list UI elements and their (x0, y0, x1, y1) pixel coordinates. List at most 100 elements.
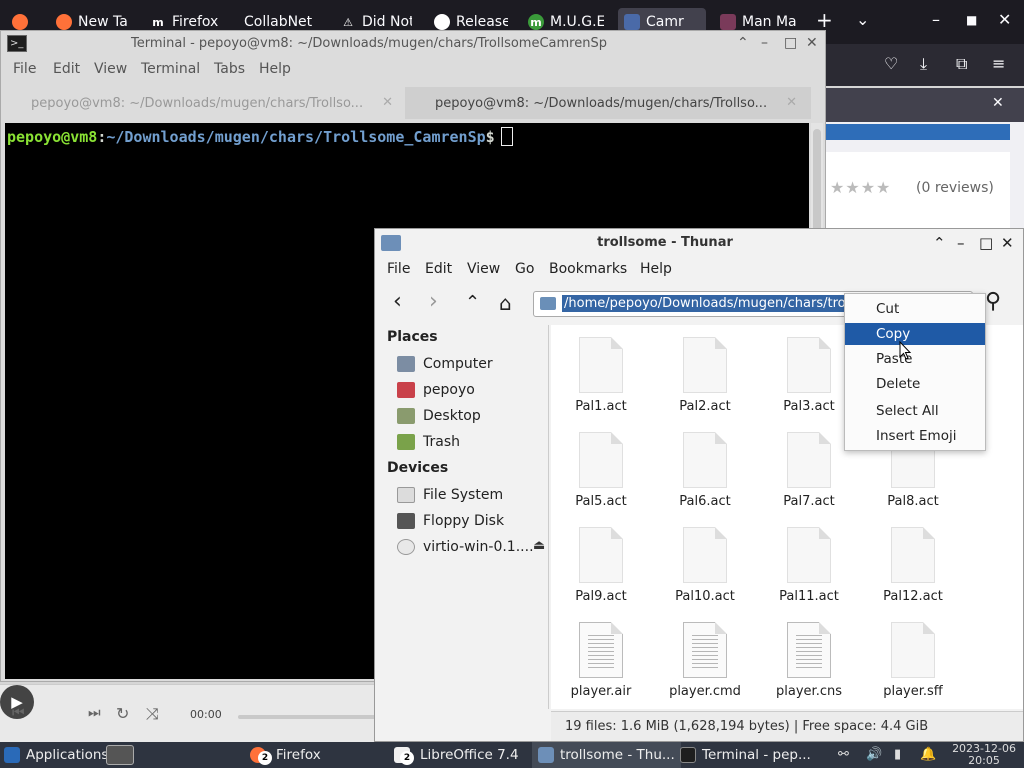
next-icon[interactable]: ⏭ (88, 705, 101, 721)
home-icon[interactable]: ⌂ (499, 291, 512, 315)
menu-item-paste[interactable]: Paste (845, 348, 985, 370)
file-icon (891, 527, 935, 583)
pocket-icon[interactable]: ♡ (884, 54, 898, 73)
menu-file[interactable]: File (387, 261, 410, 277)
notification-bell-icon[interactable]: 🔔 (920, 747, 936, 762)
menu-terminal[interactable]: Terminal (141, 61, 200, 77)
menu-item-select-all[interactable]: Select All (845, 400, 985, 422)
sidebar-item-label: virtio-win-0.1.... (423, 539, 534, 555)
thunar-titlebar[interactable]: trollsome - Thunar ⌃ – □ ✕ (375, 229, 1023, 257)
menu-go[interactable]: Go (515, 261, 534, 277)
sidebar-item-desktop[interactable]: Desktop (397, 405, 547, 427)
tab-label: M.U.G.E (550, 14, 604, 30)
sidebar-item-trash[interactable]: Trash (397, 431, 547, 453)
close-icon[interactable]: ✕ (382, 95, 393, 110)
file-name: Pal5.act (575, 494, 627, 509)
battery-icon[interactable]: ▮ (894, 747, 901, 762)
seek-bar[interactable] (238, 715, 378, 719)
network-icon[interactable]: ⚯ (838, 747, 849, 762)
close-icon[interactable]: ✕ (992, 95, 1004, 111)
menu-item-copy[interactable]: Copy (845, 323, 985, 345)
parent-folder-icon[interactable]: ⌃ (465, 292, 480, 313)
sidebar-item-label: File System (423, 487, 504, 503)
sidebar-item-label: Desktop (423, 408, 481, 424)
file-item[interactable]: player.sff (863, 622, 963, 699)
file-item[interactable]: Pal2.act (655, 337, 755, 414)
menu-edit[interactable]: Edit (53, 61, 80, 77)
file-item[interactable]: Pal1.act (551, 337, 651, 414)
new-tab-button[interactable]: + (816, 8, 833, 32)
list-all-tabs-icon[interactable]: ⌄ (856, 10, 869, 29)
file-item[interactable]: player.cmd (655, 622, 755, 699)
sidebar-item-computer[interactable]: Computer (397, 353, 547, 375)
shell-prompt: pepoyo@vm8:~/Downloads/mugen/chars/Troll… (7, 127, 513, 146)
file-item[interactable]: player.cns (759, 622, 859, 699)
terminal-titlebar[interactable]: >_ Terminal - pepoyo@vm8: ~/Downloads/mu… (1, 31, 825, 57)
maximize-icon[interactable]: □ (979, 234, 993, 252)
applications-menu-button[interactable]: Applications (4, 742, 108, 768)
firefox-icon (56, 14, 72, 30)
taskbar-item-libreoffice[interactable]: 2 LibreOffice 7.4 (394, 742, 519, 768)
menu-tabs[interactable]: Tabs (214, 61, 245, 77)
location-path[interactable]: /home/pepoyo/Downloads/mugen/chars/trol (562, 295, 852, 312)
menu-help[interactable]: Help (259, 61, 291, 77)
file-item[interactable]: player.air (551, 622, 651, 699)
menu-view[interactable]: View (467, 261, 500, 277)
taskbar-item-firefox[interactable]: 2 Firefox (250, 742, 321, 768)
taskbar-item-terminal[interactable]: Terminal - pep... (680, 742, 811, 768)
search-icon[interactable]: ⚲ (985, 289, 1001, 314)
sidebar-item-cdrom[interactable]: virtio-win-0.1.... (397, 536, 547, 558)
close-icon[interactable]: ✕ (806, 35, 818, 51)
trash-icon (397, 434, 415, 450)
show-desktop-button[interactable] (106, 742, 134, 768)
text-cursor (500, 127, 513, 146)
clock[interactable]: 2023-12-06 20:05 (952, 743, 1016, 767)
menu-file[interactable]: File (13, 61, 36, 77)
shuffle-icon[interactable]: ⤨ (146, 704, 159, 724)
menu-bookmarks[interactable]: Bookmarks (549, 261, 627, 277)
file-item[interactable]: Pal6.act (655, 432, 755, 509)
file-item[interactable]: Pal12.act (863, 527, 963, 604)
terminal-tab-2[interactable]: pepoyo@vm8: ~/Downloads/mugen/chars/Trol… (405, 87, 811, 119)
menu-item-insert-emoji[interactable]: Insert Emoji (845, 425, 985, 447)
eject-icon[interactable]: ⏏ (533, 538, 545, 553)
sidebar-item-filesystem[interactable]: File System (397, 484, 547, 506)
terminal-tab-1[interactable]: pepoyo@vm8: ~/Downloads/mugen/chars/Trol… (1, 87, 407, 119)
menu-edit[interactable]: Edit (425, 261, 452, 277)
previous-icon[interactable]: ⏮ (12, 705, 25, 721)
shade-icon[interactable]: ⌃ (933, 234, 946, 252)
file-icon (787, 337, 831, 393)
maximize-icon[interactable]: □ (784, 35, 797, 51)
file-item[interactable]: Pal10.act (655, 527, 755, 604)
minimize-icon[interactable]: – (957, 234, 965, 252)
menu-item-delete[interactable]: Delete (845, 373, 985, 395)
close-icon[interactable]: ✕ (1001, 234, 1014, 252)
close-icon[interactable]: ✕ (786, 95, 797, 110)
repeat-icon[interactable]: ↻ (116, 704, 129, 723)
sidebar-item-label: Floppy Disk (423, 513, 505, 529)
file-item[interactable]: Pal5.act (551, 432, 651, 509)
menu-help[interactable]: Help (640, 261, 672, 277)
minimize-icon[interactable]: – (761, 35, 768, 51)
menu-item-cut[interactable]: Cut (845, 298, 985, 320)
sidebar-item-home[interactable]: pepoyo (397, 379, 547, 401)
file-name: Pal6.act (679, 494, 731, 509)
extensions-icon[interactable]: ⧉ (956, 54, 967, 74)
minimize-icon[interactable]: – (932, 10, 940, 29)
download-icon[interactable]: ⤓ (920, 54, 927, 74)
shade-icon[interactable]: ⌃ (737, 35, 749, 51)
menu-view[interactable]: View (94, 61, 127, 77)
menu-icon[interactable]: ≡ (992, 54, 1005, 73)
sidebar-item-floppy[interactable]: Floppy Disk (397, 510, 547, 532)
file-name: player.sff (883, 684, 943, 699)
file-item[interactable]: Pal11.act (759, 527, 859, 604)
tab-label: Camr (646, 14, 684, 30)
file-item[interactable]: Pal9.act (551, 527, 651, 604)
reviews-count[interactable]: (0 reviews) (916, 180, 994, 196)
forward-icon[interactable]: › (429, 289, 438, 314)
back-icon[interactable]: ‹ (393, 289, 402, 314)
taskbar-item-thunar[interactable]: trollsome - Thu... (532, 742, 681, 768)
volume-icon[interactable]: 🔊 (866, 747, 882, 762)
close-icon[interactable]: ✕ (998, 10, 1011, 29)
maximize-icon[interactable]: ■ (966, 13, 977, 27)
